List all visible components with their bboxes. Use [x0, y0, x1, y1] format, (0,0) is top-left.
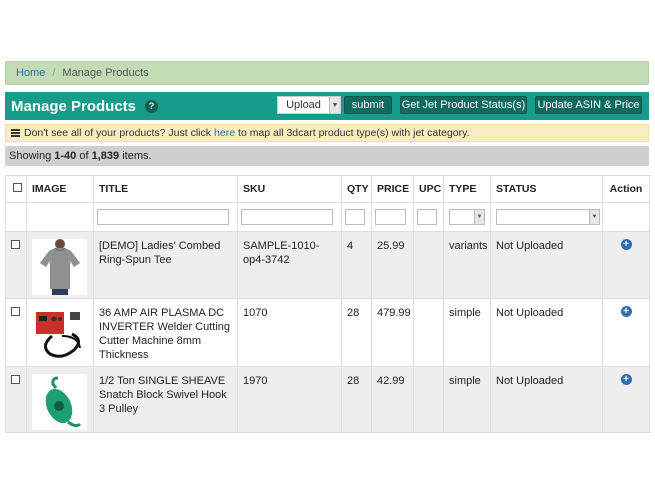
product-sku: SAMPLE-1010-op4-3742	[237, 231, 342, 299]
add-action-icon[interactable]: +	[620, 306, 632, 317]
info-alert: Don't see all of your products? Just cli…	[5, 124, 649, 142]
page-title: Manage Products	[11, 97, 137, 115]
product-price: 479.99	[371, 298, 414, 367]
showing-suffix: items.	[122, 150, 152, 162]
table-row: 36 AMP AIR PLASMA DC INVERTER Welder Cut…	[5, 298, 650, 367]
breadcrumb-separator: /	[52, 67, 56, 79]
help-icon[interactable]: ?	[145, 99, 159, 113]
showing-range: 1-40	[54, 150, 77, 162]
product-status: Not Uploaded	[490, 366, 603, 433]
chevron-down-icon: ▼	[589, 210, 599, 224]
upload-select-value: Upload	[286, 99, 321, 111]
breadcrumb-home-link[interactable]: Home	[16, 67, 45, 79]
info-suffix: to map all 3dcart product type(s) with j…	[238, 127, 470, 139]
product-title[interactable]: 36 AMP AIR PLASMA DC INVERTER Welder Cut…	[93, 298, 238, 367]
filter-row: ▼ ▼	[5, 202, 650, 232]
list-icon	[11, 129, 20, 137]
title-filter-input[interactable]	[97, 209, 229, 225]
product-type: variants	[443, 231, 491, 299]
get-jet-status-button[interactable]: Get Jet Product Status(s)	[400, 96, 527, 114]
type-filter-select[interactable]: ▼	[449, 209, 485, 225]
product-type: simple	[443, 366, 491, 433]
tshirt-photo-icon	[34, 239, 85, 295]
product-image	[32, 306, 87, 362]
chevron-down-icon: ▼	[474, 210, 484, 224]
col-status[interactable]: STATUS	[490, 175, 603, 203]
product-price: 42.99	[371, 366, 414, 433]
product-image	[32, 239, 87, 295]
table-row: 1/2 Ton SINGLE SHEAVE Snatch Block Swive…	[5, 366, 650, 433]
product-upc	[413, 231, 444, 299]
table-header-row: IMAGE TITLE SKU QTY PRICE UPC TYPE STATU…	[5, 175, 650, 203]
upc-filter-input[interactable]	[417, 209, 437, 225]
row-checkbox[interactable]	[11, 307, 20, 316]
product-upc	[413, 298, 444, 367]
product-upc	[413, 366, 444, 433]
product-title[interactable]: 1/2 Ton SINGLE SHEAVE Snatch Block Swive…	[93, 366, 238, 433]
col-image: IMAGE	[26, 175, 94, 203]
status-filter-select[interactable]: ▼	[496, 209, 600, 225]
product-title[interactable]: [DEMO] Ladies' Combed Ring-Spun Tee	[93, 231, 238, 299]
welder-photo-icon	[32, 306, 87, 362]
upload-select[interactable]: Upload ▼	[277, 96, 341, 114]
add-action-icon[interactable]: +	[620, 374, 632, 385]
add-action-icon[interactable]: +	[620, 239, 632, 250]
col-upc[interactable]: UPC	[413, 175, 444, 203]
showing-prefix: Showing	[9, 150, 52, 162]
sku-filter-input[interactable]	[241, 209, 333, 225]
product-qty: 28	[341, 366, 372, 433]
product-qty: 28	[341, 298, 372, 367]
product-status: Not Uploaded	[490, 298, 603, 367]
chevron-down-icon: ▼	[329, 97, 340, 113]
showing-total: 1,839	[91, 150, 120, 162]
select-all-checkbox[interactable]	[13, 183, 22, 192]
info-prefix: Don't see all of your products? Just cli…	[24, 127, 212, 139]
item-count-bar: Showing 1-40 of 1,839 items.	[5, 146, 649, 166]
map-categories-link[interactable]: here	[214, 127, 235, 139]
row-checkbox[interactable]	[11, 375, 20, 384]
select-all-cell	[5, 175, 27, 203]
breadcrumb-current: Manage Products	[62, 67, 149, 79]
col-price[interactable]: PRICE	[371, 175, 414, 203]
submit-button[interactable]: submit	[344, 96, 392, 114]
product-image	[32, 374, 87, 430]
product-sku: 1070	[237, 298, 342, 367]
col-title[interactable]: TITLE	[93, 175, 238, 203]
showing-of: of	[79, 150, 89, 162]
pulley-photo-icon	[32, 374, 87, 430]
col-qty[interactable]: QTY	[341, 175, 372, 203]
qty-filter-input[interactable]	[345, 209, 365, 225]
price-filter-input[interactable]	[375, 209, 406, 225]
col-sku[interactable]: SKU	[237, 175, 342, 203]
product-qty: 4	[341, 231, 372, 299]
update-asin-price-button[interactable]: Update ASIN & Price	[535, 96, 642, 114]
col-type[interactable]: TYPE	[443, 175, 491, 203]
product-sku: 1970	[237, 366, 342, 433]
col-action: Action	[602, 175, 650, 203]
table-row: [DEMO] Ladies' Combed Ring-Spun Tee SAMP…	[5, 231, 650, 299]
product-type: simple	[443, 298, 491, 367]
product-price: 25.99	[371, 231, 414, 299]
row-checkbox[interactable]	[11, 240, 20, 249]
products-table: IMAGE TITLE SKU QTY PRICE UPC TYPE STATU…	[5, 175, 650, 433]
product-status: Not Uploaded	[490, 231, 603, 299]
breadcrumb: Home / Manage Products	[5, 61, 649, 85]
